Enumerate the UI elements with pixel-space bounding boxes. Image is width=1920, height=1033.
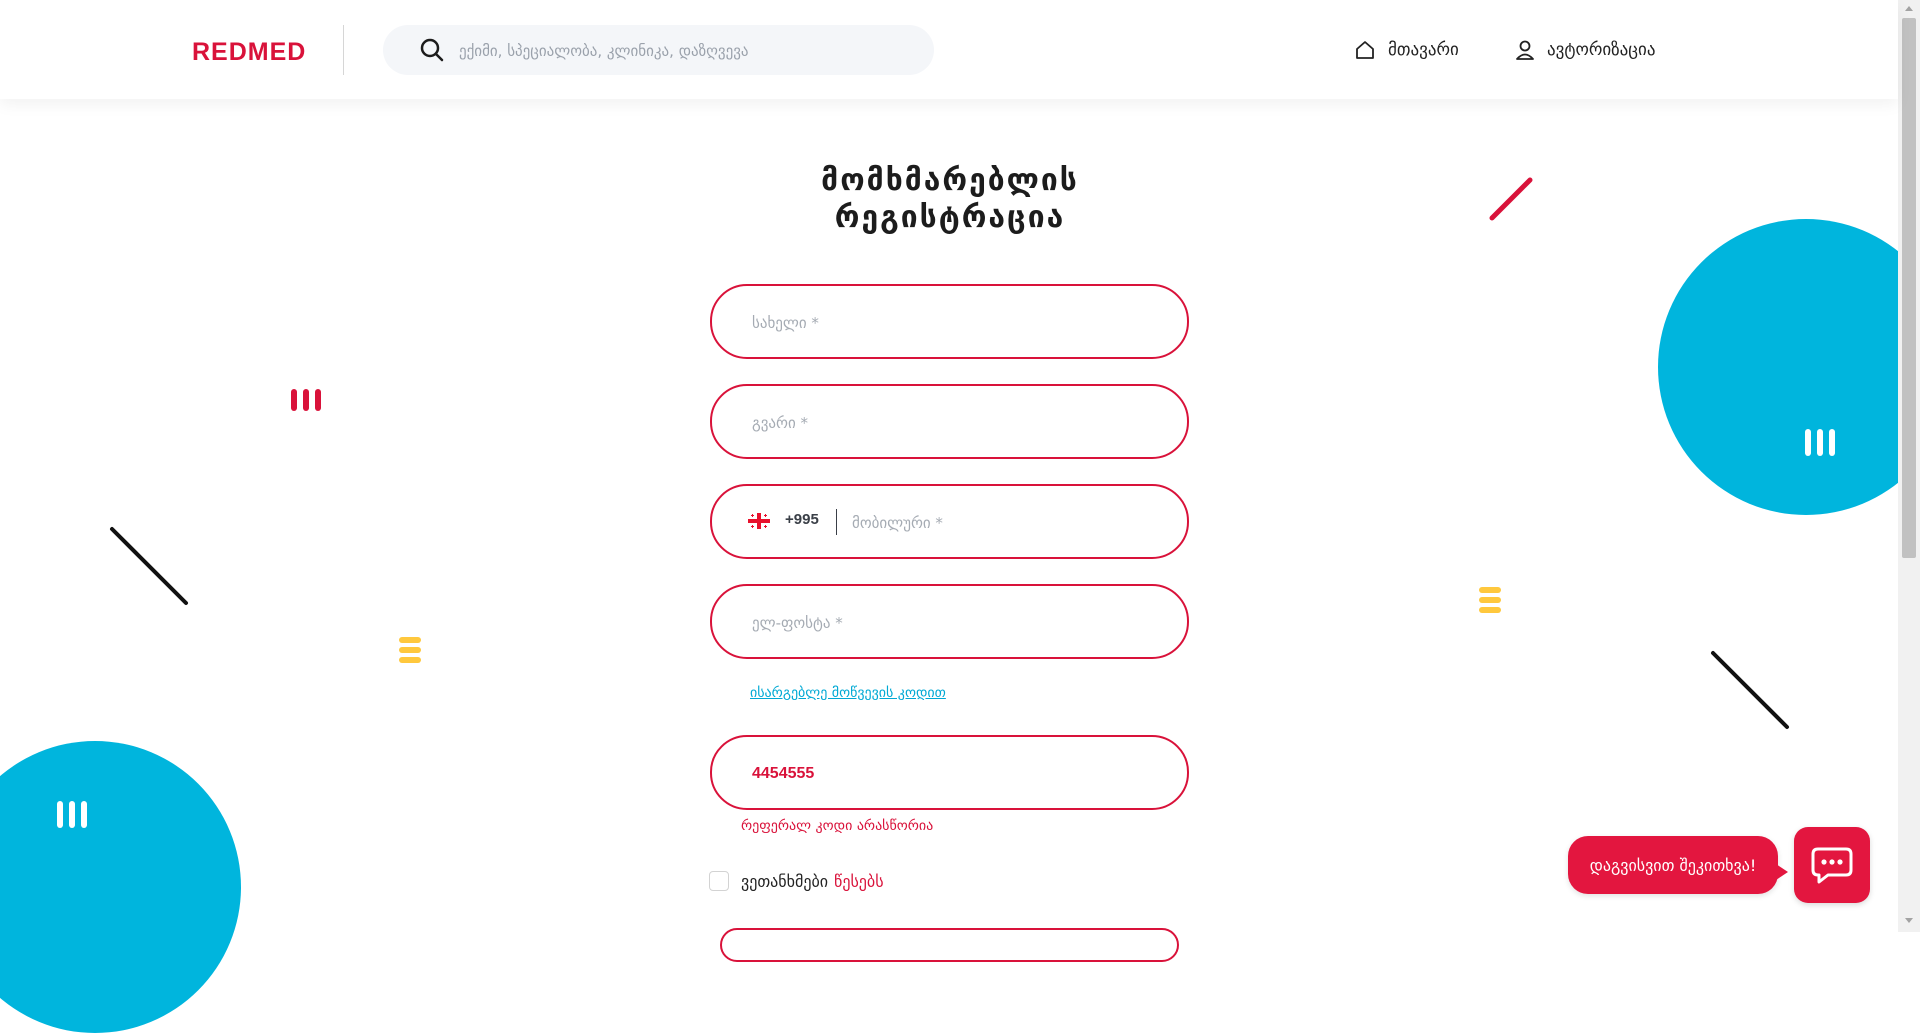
nav-home[interactable]: მთავარი [1354,38,1459,62]
page-title: მომხმარებლის რეგისტრაცია [710,162,1190,236]
nav-home-label: მთავარი [1388,40,1459,60]
decor-black-line-left [110,527,188,605]
referral-code-input[interactable] [750,737,1154,810]
search-icon[interactable] [419,37,445,63]
nav-login[interactable]: ავტორიზაცია [1515,38,1655,62]
search-bar[interactable] [383,25,934,77]
decor-red-bars [291,389,321,411]
page-title-line1: მომხმარებლის [821,163,1079,198]
rules-link[interactable]: წესებს [834,872,884,891]
decor-yellow-bars-left [399,637,421,663]
decor-yellow-bars-right [1479,587,1501,613]
submit-button[interactable] [720,928,1179,962]
phone-input[interactable] [850,486,1154,559]
scroll-down-arrow-icon[interactable] [1905,918,1913,923]
chat-icon [1811,847,1853,884]
first-name-input[interactable] [750,286,1154,359]
phone-country-code[interactable]: +995 [785,511,819,528]
chat-prompt-bubble[interactable]: დაგვისვით შეკითხვა! [1568,836,1788,894]
decor-blue-circle-right [1658,219,1920,515]
user-icon [1516,40,1534,60]
agree-rules-row: ვეთანხმები წესებს [709,871,884,891]
use-referral-code-link[interactable]: ისარგებლე მოწვევის კოდით [750,685,946,701]
email-field[interactable] [710,584,1189,659]
last-name-input[interactable] [750,386,1154,459]
chat-prompt-text: დაგვისვით შეკითხვა! [1589,855,1757,875]
email-input[interactable] [750,586,1154,659]
header-divider [343,25,344,75]
phone-field[interactable]: +995 [710,484,1189,559]
nav-login-label: ავტორიზაცია [1547,40,1656,60]
scroll-up-arrow-icon[interactable] [1905,6,1913,11]
page-title-line2: რეგისტრაცია [834,200,1066,235]
decor-white-bars-right [1805,429,1835,456]
search-input[interactable] [457,25,921,77]
decor-blue-circle-left [0,741,241,1033]
georgia-flag-icon [748,513,770,529]
last-name-field[interactable] [710,384,1189,459]
first-name-field[interactable] [710,284,1189,359]
phone-separator [836,509,837,535]
top-header: REDMED მთავარი ავტორიზაცია [0,0,1898,99]
redmed-logo[interactable]: REDMED [192,38,306,67]
chat-button[interactable] [1794,827,1870,903]
scrollbar-thumb[interactable] [1902,18,1916,558]
decor-red-line [1489,177,1533,221]
decor-white-bars-left [57,801,87,828]
decor-black-line-right [1711,651,1789,729]
agree-checkbox[interactable] [709,871,729,891]
agree-label: ვეთანხმები [741,871,829,891]
referral-code-field[interactable] [710,735,1189,810]
referral-error-message: რეფერალ კოდი არასწორია [741,818,934,834]
home-icon [1356,41,1374,59]
